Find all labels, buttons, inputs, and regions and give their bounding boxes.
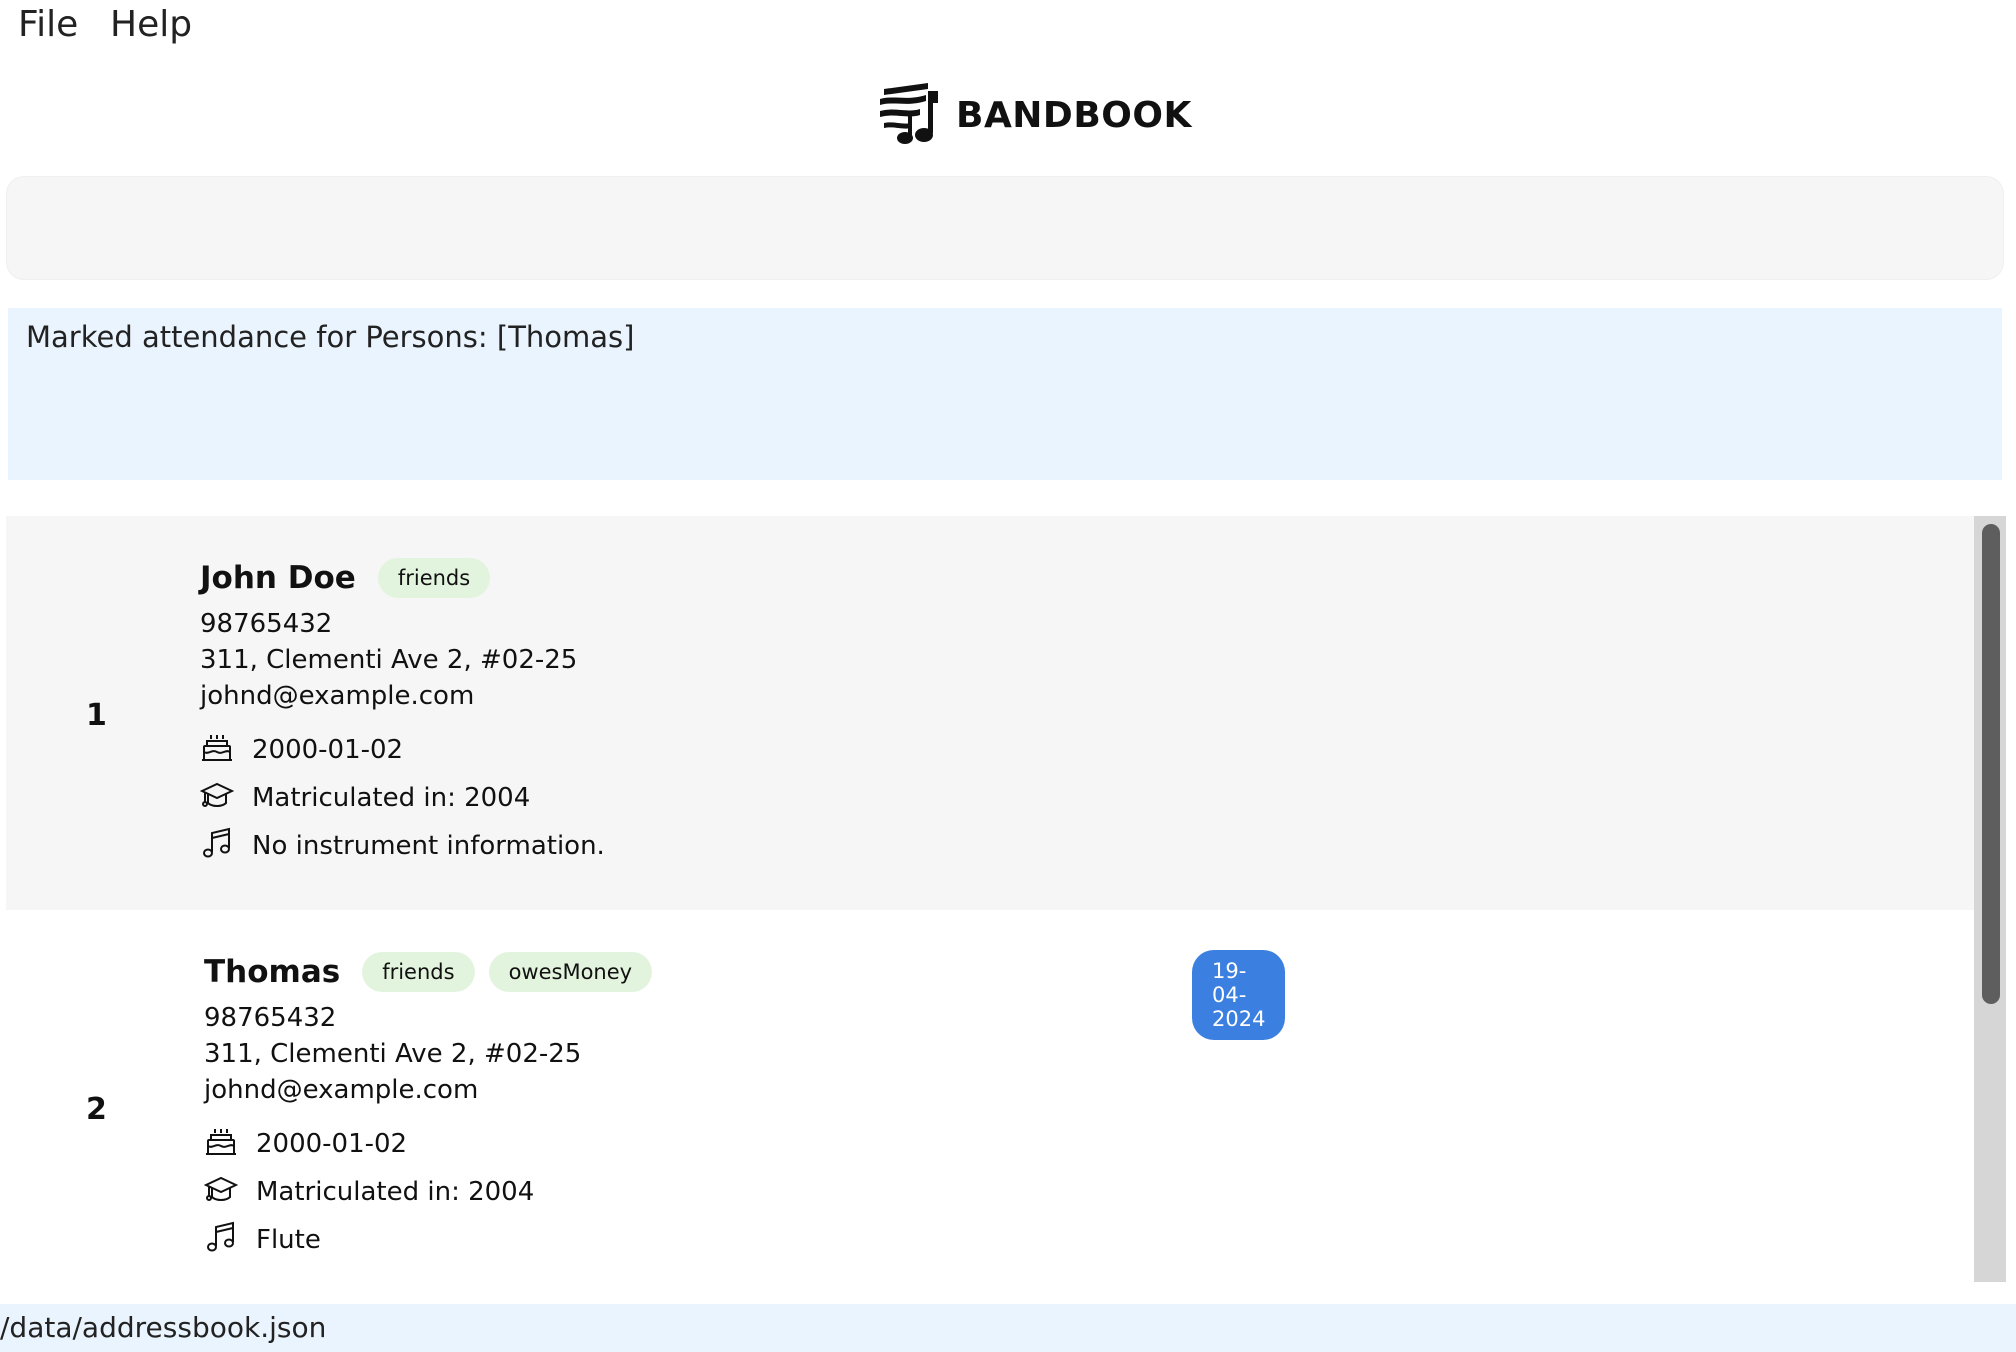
person-birthday: 2000-01-02 — [256, 1129, 408, 1159]
menu-bar: File Help — [0, 0, 2016, 56]
app-title: BANDBOOK — [956, 94, 1192, 136]
command-box[interactable] — [6, 176, 2004, 280]
app-brand: BANDBOOK — [878, 82, 1192, 148]
command-input[interactable] — [7, 177, 2003, 279]
music-logo-icon — [878, 81, 940, 149]
person-card[interactable]: 1 John Doe friends 98765432 311, Clement… — [6, 516, 1974, 910]
music-note-icon — [204, 1220, 256, 1261]
person-name: John Doe — [200, 560, 356, 596]
graduation-cap-icon — [199, 778, 252, 819]
person-email: johnd@example.com — [204, 1075, 479, 1105]
save-file-path: /data/addressbook.json — [0, 1311, 327, 1344]
list-scrollbar[interactable] — [1974, 516, 2006, 1282]
tag-friends: friends — [362, 952, 475, 992]
graduation-cap-icon — [203, 1172, 256, 1213]
person-address: 311, Clementi Ave 2, #02-25 — [200, 645, 578, 675]
person-index: 2 — [86, 1092, 107, 1127]
person-phone: 98765432 — [204, 1003, 337, 1033]
person-index: 1 — [86, 698, 107, 733]
person-phone: 98765432 — [200, 609, 333, 639]
music-note-icon — [200, 826, 252, 867]
person-card[interactable]: 2 Thomas friends owesMoney 19-04-2024 98… — [6, 910, 1974, 1282]
birthday-cake-icon — [200, 730, 252, 771]
status-bar: /data/addressbook.json — [0, 1304, 2016, 1352]
tag-owes-money: owesMoney — [488, 952, 653, 992]
menu-help[interactable]: Help — [110, 4, 192, 45]
birthday-cake-icon — [204, 1124, 256, 1165]
person-instrument: Flute — [256, 1225, 321, 1255]
menu-file[interactable]: File — [18, 4, 78, 45]
tag-friends: friends — [377, 558, 491, 598]
result-text: Marked attendance for Persons: [Thomas] — [26, 320, 635, 354]
result-display: Marked attendance for Persons: [Thomas] — [8, 308, 2002, 480]
person-address: 311, Clementi Ave 2, #02-25 — [204, 1039, 582, 1069]
person-matriculation: Matriculated in: 2004 — [256, 1177, 535, 1207]
attendance-date-badge: 19-04-2024 — [1192, 950, 1286, 1040]
person-list[interactable]: 1 John Doe friends 98765432 311, Clement… — [6, 516, 2006, 1282]
person-email: johnd@example.com — [200, 681, 475, 711]
person-instrument: No instrument information. — [252, 831, 605, 861]
person-birthday: 2000-01-02 — [252, 735, 404, 765]
person-matriculation: Matriculated in: 2004 — [252, 783, 531, 813]
person-name: Thomas — [204, 954, 341, 990]
scrollbar-thumb[interactable] — [1982, 524, 2000, 1004]
